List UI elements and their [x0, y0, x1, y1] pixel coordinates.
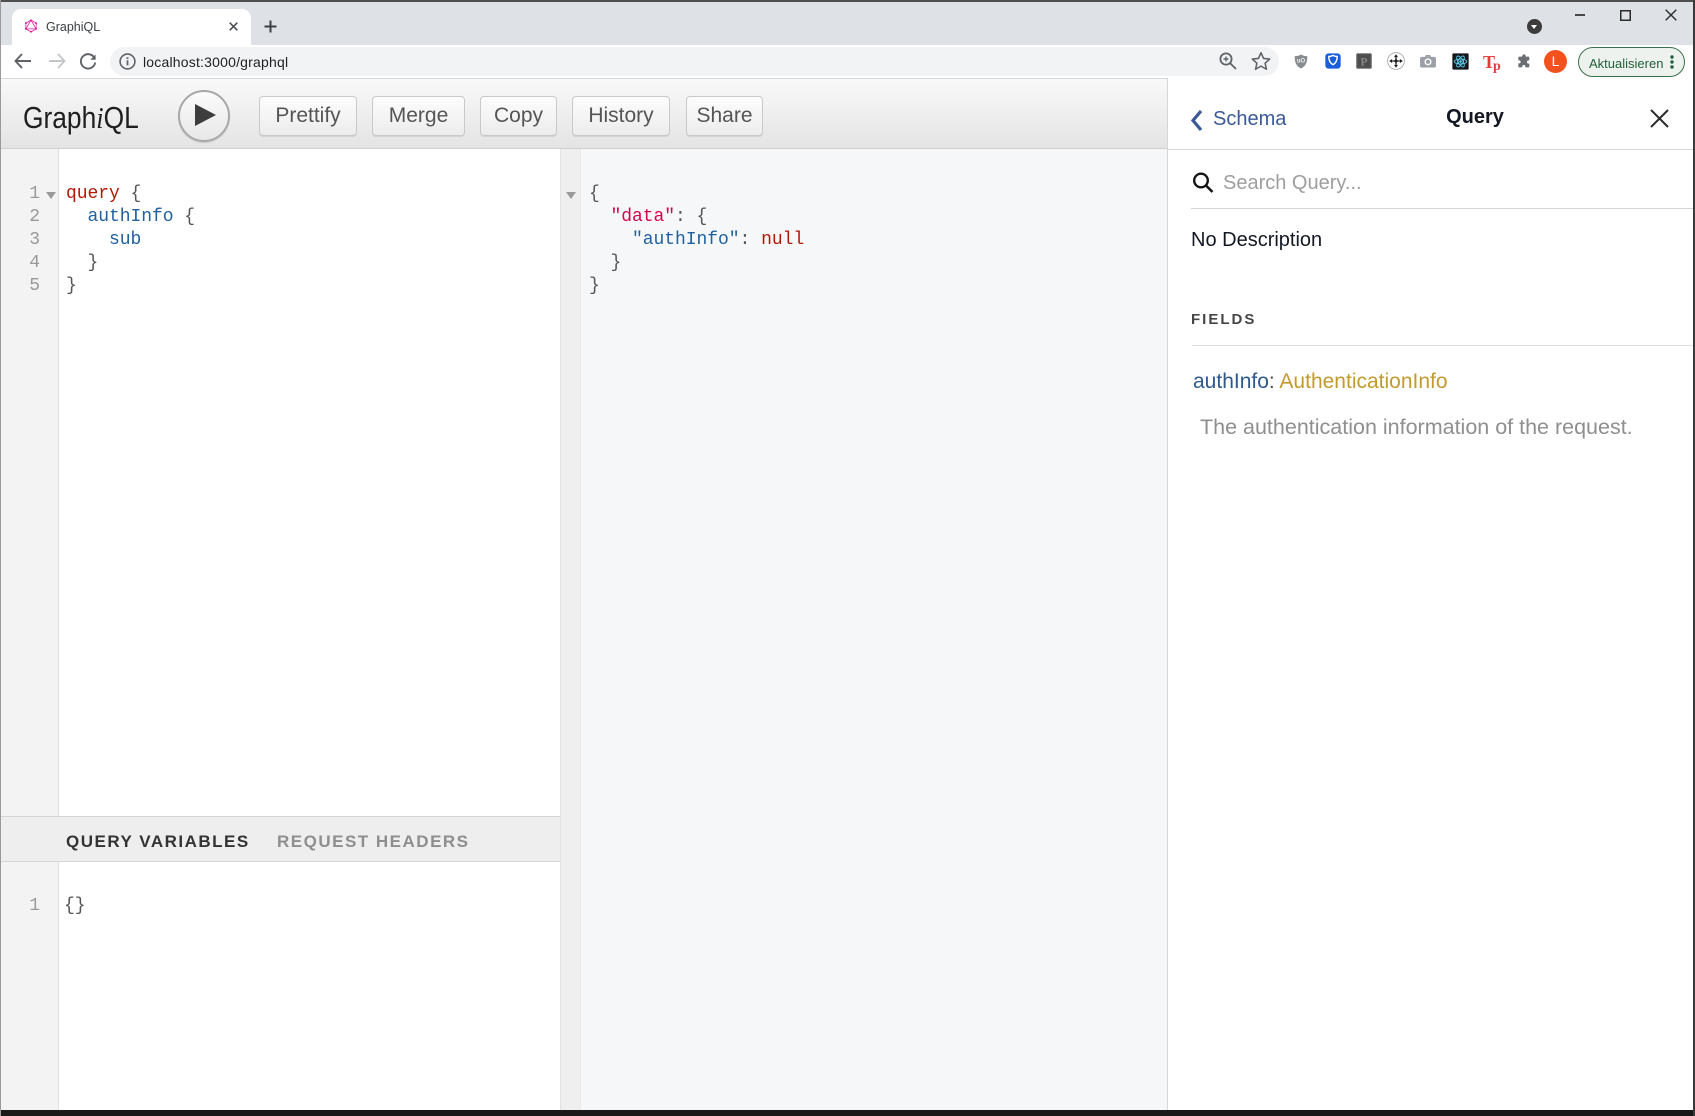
svg-text:P: P	[1361, 56, 1368, 68]
svg-text:uO: uO	[1297, 59, 1306, 65]
